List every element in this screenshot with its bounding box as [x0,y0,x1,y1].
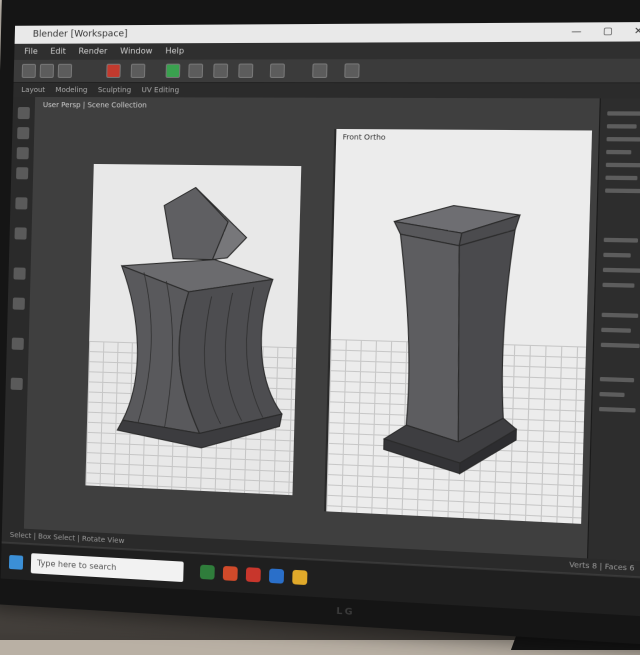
move-icon[interactable] [17,127,30,140]
monitor: Blender [Workspace] — ▢ ✕ File Edit Rend… [0,0,640,655]
pedestal-model-left[interactable] [85,164,301,495]
properties-row[interactable] [603,252,631,258]
outliner-row[interactable] [606,124,637,129]
3d-viewport[interactable]: User Persp | Scene Collection Front Orth… [23,97,600,559]
taskbar-app-icon[interactable] [222,565,238,582]
properties-row[interactable] [600,342,640,349]
window-controls[interactable]: — ▢ ✕ [571,22,640,42]
menu-item-help[interactable]: Help [165,46,184,55]
extrude-icon[interactable] [12,297,25,310]
scale-icon[interactable] [16,167,29,180]
bevel-icon[interactable] [11,337,24,350]
properties-row[interactable] [599,406,636,413]
properties-row[interactable] [603,237,639,243]
monitor-brand-logo: LG [336,606,355,619]
annotate-icon[interactable] [15,197,28,210]
properties-row[interactable] [601,327,631,333]
settings-icon[interactable] [344,63,360,78]
menu-item-window[interactable]: Window [120,46,153,55]
outliner-row[interactable] [605,175,638,181]
cursor-icon[interactable] [17,107,30,120]
title-bar: Blender [Workspace] — ▢ ✕ [14,21,640,44]
record-icon[interactable] [106,63,121,78]
scale-tool-icon[interactable] [130,63,146,78]
tab-modeling[interactable]: Modeling [55,86,87,94]
snap-icon[interactable] [188,63,204,78]
taskbar-app-icon[interactable] [268,568,285,584]
outliner-row[interactable] [607,111,640,116]
properties-row[interactable] [602,267,640,273]
properties-row[interactable] [599,391,625,398]
outliner-row[interactable] [605,162,640,168]
rotate-tool-icon[interactable] [57,63,73,78]
add-cube-icon[interactable] [13,267,26,280]
tab-layout[interactable]: Layout [21,86,45,94]
loop-cut-icon[interactable] [10,377,23,391]
menu-bar: File Edit Render Window Help [14,41,640,60]
viewport-pane-left[interactable] [85,163,302,496]
properties-row[interactable] [602,282,635,288]
measure-icon[interactable] [14,227,27,240]
pedestal-model-right[interactable] [326,129,592,524]
menu-item-file[interactable]: File [24,47,38,56]
properties-row[interactable] [599,376,635,383]
select-tool-icon[interactable] [21,63,37,78]
properties-row[interactable] [601,312,639,318]
render-icon[interactable] [312,63,328,78]
menu-item-edit[interactable]: Edit [50,47,66,56]
rotate-icon[interactable] [16,147,29,160]
outliner-row[interactable] [605,188,640,194]
taskbar-search-input[interactable]: Type here to search [30,553,184,583]
taskbar-app-icon[interactable] [199,564,215,580]
toolbar [13,58,640,84]
camera-icon[interactable] [269,63,285,78]
play-icon[interactable] [165,63,181,78]
start-button[interactable] [8,554,24,570]
monitor-bezel: Blender [Workspace] — ▢ ✕ File Edit Rend… [0,0,640,646]
workspace-tabs: Layout Modeling Sculpting UV Editing [13,82,640,99]
taskbar-app-icon[interactable] [245,567,261,583]
shading-icon[interactable] [213,63,229,78]
move-tool-icon[interactable] [39,63,55,78]
screen: Blender [Workspace] — ▢ ✕ File Edit Rend… [0,21,640,617]
tab-uv-editing[interactable]: UV Editing [142,86,180,94]
tab-sculpting[interactable]: Sculpting [98,86,131,94]
menu-item-render[interactable]: Render [78,47,107,56]
overlay-icon[interactable] [238,63,254,78]
viewport-pane-right[interactable]: Front Ortho [323,128,593,524]
outliner-row[interactable] [606,137,640,142]
outliner-row[interactable] [606,149,632,155]
window-title: Blender [Workspace] [32,29,128,40]
taskbar-app-icon[interactable] [292,569,308,586]
viewport-left-label: User Persp | Scene Collection [42,101,147,110]
